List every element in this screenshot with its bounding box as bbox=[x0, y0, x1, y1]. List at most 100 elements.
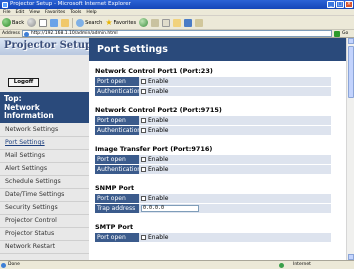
setting-row: Port open Enable bbox=[95, 116, 331, 125]
sidebar-item-projector-status[interactable]: Projector Status bbox=[0, 228, 89, 241]
checkbox[interactable] bbox=[141, 167, 146, 172]
media-icon[interactable] bbox=[139, 18, 149, 27]
status-bar: Done Internet bbox=[0, 260, 354, 269]
maximize-button[interactable]: □ bbox=[336, 1, 344, 8]
checkbox-label: Enable bbox=[148, 117, 169, 124]
go-arrow-icon[interactable] bbox=[334, 30, 340, 37]
row-label: Authentication bbox=[95, 165, 142, 174]
address-input[interactable]: http://192.168.1.10/admin/admin.html bbox=[21, 30, 332, 37]
discuss-icon[interactable] bbox=[195, 18, 204, 27]
sidebar-item-network-restart[interactable]: Network Restart bbox=[0, 241, 89, 254]
scroll-thumb[interactable] bbox=[348, 46, 354, 98]
menu-help[interactable]: Help bbox=[86, 9, 96, 15]
checkbox[interactable] bbox=[141, 235, 146, 240]
page-content: Projector Setup Logoff Top: Network Info… bbox=[0, 38, 354, 260]
section-title: SMTP Port bbox=[95, 223, 134, 231]
search-button[interactable]: Search bbox=[76, 18, 102, 27]
checkbox-label: Enable bbox=[148, 127, 169, 134]
authentication-toggle[interactable]: Enable bbox=[139, 165, 331, 174]
section-title: Network Control Port1 (Port:23) bbox=[95, 67, 213, 75]
port-open-toggle[interactable]: Enable bbox=[139, 116, 331, 125]
setting-row: Authentication Enable bbox=[95, 165, 331, 174]
port-open-toggle[interactable]: Enable bbox=[139, 233, 331, 242]
go-button[interactable]: Go bbox=[342, 30, 354, 38]
checkbox[interactable] bbox=[141, 128, 146, 133]
menu-tools[interactable]: Tools bbox=[70, 9, 81, 15]
row-label: Port open bbox=[95, 155, 139, 164]
favorites-label: Favorites bbox=[113, 19, 137, 26]
section-image-transfer-port: Image Transfer Port (Port:9716) Port ope… bbox=[95, 145, 331, 174]
checkbox[interactable] bbox=[141, 157, 146, 162]
history-icon[interactable] bbox=[151, 18, 160, 27]
trap-address-input[interactable]: 0.0.0.0 bbox=[141, 205, 199, 212]
vertical-scrollbar[interactable] bbox=[346, 38, 354, 260]
sidebar-item-schedule-settings[interactable]: Schedule Settings bbox=[0, 176, 89, 189]
logoff-button[interactable]: Logoff bbox=[8, 78, 39, 87]
sidebar-item-datetime-settings[interactable]: Date/Time Settings bbox=[0, 189, 89, 202]
refresh-icon[interactable] bbox=[50, 18, 59, 27]
close-button[interactable]: × bbox=[345, 1, 353, 8]
print-icon[interactable] bbox=[173, 18, 182, 27]
authentication-toggle[interactable]: Enable bbox=[139, 87, 331, 96]
menu-file[interactable]: File bbox=[3, 9, 11, 15]
stop-icon[interactable] bbox=[39, 18, 48, 27]
checkbox-label: Enable bbox=[148, 234, 169, 241]
row-label: Port open bbox=[95, 77, 139, 86]
sidebar-item-alert-settings[interactable]: Alert Settings bbox=[0, 163, 89, 176]
port-open-toggle[interactable]: Enable bbox=[139, 77, 331, 86]
sidebar-item-mail-settings[interactable]: Mail Settings bbox=[0, 150, 89, 163]
menu-view[interactable]: View bbox=[29, 9, 40, 15]
address-bar: Address http://192.168.1.10/admin/admin.… bbox=[0, 30, 354, 38]
checkbox-label: Enable bbox=[148, 156, 169, 163]
home-icon[interactable] bbox=[61, 18, 70, 27]
main-panel: Port Settings Network Control Port1 (Por… bbox=[89, 38, 354, 260]
sidebar-item-network-settings[interactable]: Network Settings bbox=[0, 124, 89, 137]
setting-row: Trap address 0.0.0.0 bbox=[95, 204, 331, 213]
page-icon bbox=[23, 31, 29, 37]
mail-icon[interactable] bbox=[162, 18, 171, 27]
page-title: Port Settings bbox=[89, 38, 354, 61]
back-arrow-icon bbox=[2, 18, 11, 27]
menu-edit[interactable]: Edit bbox=[16, 9, 25, 15]
favorites-star-icon: ★ bbox=[105, 17, 113, 27]
section-title: SNMP Port bbox=[95, 184, 135, 192]
sidebar-item-port-settings[interactable]: Port Settings bbox=[0, 137, 89, 150]
port-open-toggle[interactable]: Enable bbox=[139, 194, 331, 203]
minimize-button[interactable]: _ bbox=[327, 1, 335, 8]
edit-icon[interactable] bbox=[184, 18, 193, 27]
menu-favorites[interactable]: Favorites bbox=[45, 9, 65, 15]
section-network-control-port1: Network Control Port1 (Port:23) Port ope… bbox=[95, 67, 331, 96]
checkbox[interactable] bbox=[141, 89, 146, 94]
search-icon bbox=[76, 18, 85, 27]
checkbox[interactable] bbox=[141, 196, 146, 201]
sidebar-item-security-settings[interactable]: Security Settings bbox=[0, 202, 89, 215]
checkbox[interactable] bbox=[141, 79, 146, 84]
checkbox-label: Enable bbox=[148, 88, 169, 95]
favorites-button[interactable]: ★ Favorites bbox=[105, 17, 137, 27]
setting-row: Authentication Enable bbox=[95, 126, 331, 135]
row-label: Port open bbox=[95, 116, 139, 125]
checkbox-label: Enable bbox=[148, 78, 169, 85]
sidebar-nav: Network Settings Port Settings Mail Sett… bbox=[0, 124, 89, 254]
window-controls: _ □ × bbox=[327, 1, 353, 8]
section-title: Image Transfer Port (Port:9716) bbox=[95, 145, 213, 153]
setting-row: Port open Enable bbox=[95, 155, 331, 164]
back-button[interactable]: Back bbox=[2, 18, 24, 27]
sidebar-item-projector-control[interactable]: Projector Control bbox=[0, 215, 89, 228]
port-open-toggle[interactable]: Enable bbox=[139, 155, 331, 164]
section-network-control-port2: Network Control Port2 (Port:9715) Port o… bbox=[95, 106, 331, 135]
security-zone-label: Internet bbox=[293, 262, 311, 267]
back-label: Back bbox=[12, 19, 25, 26]
setting-row: Authentication Enable bbox=[95, 87, 331, 96]
row-label: Port open bbox=[95, 233, 139, 242]
brand-logo: Projector Setup bbox=[0, 38, 92, 55]
scroll-up-arrow-icon[interactable] bbox=[348, 38, 354, 44]
sidebar-top-network-info[interactable]: Top: Network Information bbox=[0, 92, 89, 123]
row-label: Authentication bbox=[95, 126, 142, 135]
row-label: Authentication bbox=[95, 87, 142, 96]
authentication-toggle[interactable]: Enable bbox=[139, 126, 331, 135]
checkbox[interactable] bbox=[141, 118, 146, 123]
sidebar: Projector Setup Logoff Top: Network Info… bbox=[0, 38, 92, 260]
toolbar-separator bbox=[72, 17, 74, 28]
forward-button[interactable] bbox=[27, 18, 37, 27]
